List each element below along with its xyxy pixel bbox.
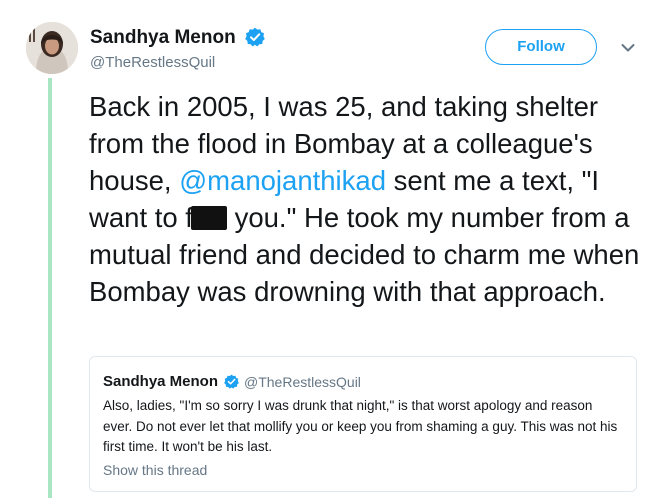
thread-line — [48, 78, 52, 498]
author-handle[interactable]: @TheRestlessQuil — [90, 54, 215, 71]
quoted-author-name: Sandhya Menon — [103, 373, 219, 390]
avatar[interactable] — [26, 22, 78, 74]
verified-badge-icon — [245, 27, 265, 47]
chevron-down-icon[interactable] — [620, 40, 636, 56]
redaction-mark — [190, 206, 227, 230]
follow-button[interactable]: Follow — [485, 29, 597, 65]
quoted-tweet-text: Also, ladies, "I'm so sorry I was drunk … — [103, 398, 618, 454]
mention-link[interactable]: @manojanthikad — [179, 165, 386, 196]
verified-badge-icon — [224, 374, 239, 389]
show-thread-link[interactable]: Show this thread — [103, 462, 207, 478]
author-display-name[interactable]: Sandhya Menon — [90, 27, 236, 49]
quoted-author-handle: @TheRestlessQuil — [244, 374, 361, 390]
tweet-text: Back in 2005, I was 25, and taking shelt… — [89, 88, 659, 310]
quoted-tweet-card[interactable]: Sandhya Menon @TheRestlessQuil Also, lad… — [89, 356, 637, 492]
